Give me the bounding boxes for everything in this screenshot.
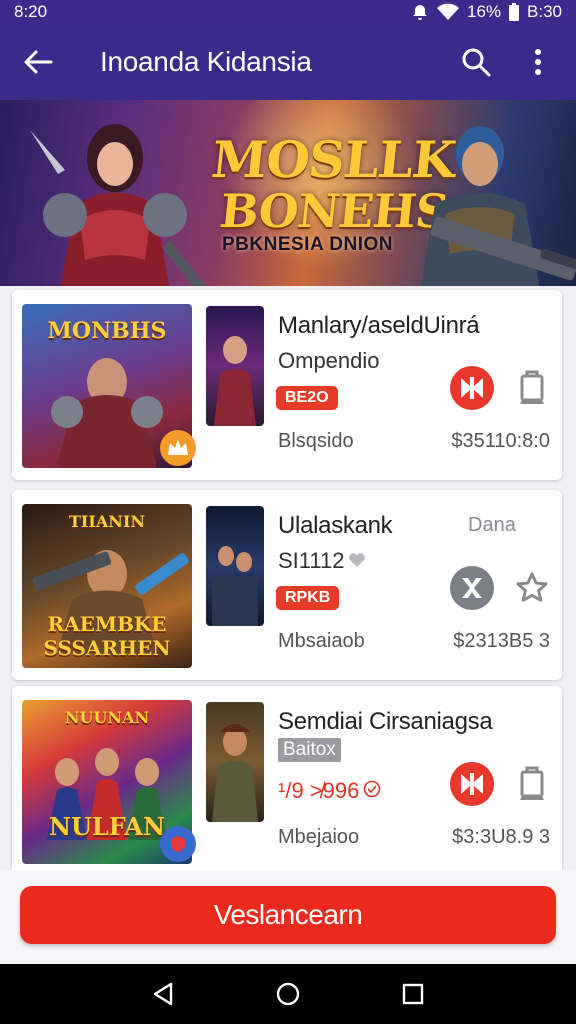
search-icon[interactable] — [452, 38, 500, 86]
close-x-icon[interactable] — [450, 566, 494, 610]
game-meta: Mbejaioo — [278, 826, 360, 848]
nav-home-icon[interactable] — [268, 974, 308, 1014]
price-badge: RPKB — [276, 586, 340, 610]
banner-tagline: PBKNESIA DNION — [222, 234, 393, 256]
game-cover-title-top: NUUNAN — [64, 708, 150, 727]
game-thumbnail — [206, 506, 264, 626]
game-subtitle-row: SI1112 — [278, 548, 366, 574]
game-price: $35110:8:0 — [451, 430, 550, 452]
notification-icon — [411, 3, 429, 21]
gift-icon[interactable] — [450, 366, 494, 410]
system-nav-bar — [0, 964, 576, 1024]
game-cover-image: TIIANIN RAEMBKE SSSARHEN — [22, 504, 192, 668]
game-thumbnail — [206, 702, 264, 822]
crown-badge-icon — [160, 430, 196, 466]
bottom-cta-area: Veslancearn — [0, 870, 576, 964]
list-item[interactable]: NUUNAN NULFAN Semdiai Cirsaniagsa Baitox… — [12, 686, 562, 876]
game-thumbnail — [206, 306, 264, 426]
game-tag-right: Dana — [468, 514, 516, 536]
star-outline-icon[interactable] — [512, 566, 552, 610]
banner-hero-left-image — [30, 124, 205, 286]
back-arrow-icon[interactable] — [14, 38, 62, 86]
game-name: Semdiai Cirsaniagsa — [278, 708, 493, 735]
game-cover-title-top: TIIANIN — [68, 512, 146, 531]
promo-banner[interactable]: MOSLLK BONEHS PBKNESIA DNION — [0, 100, 576, 286]
list-item[interactable]: TIIANIN RAEMBKE SSSARHEN Ulalaskank Dana… — [12, 490, 562, 680]
status-time-left: 8:20 — [14, 2, 48, 21]
heart-icon — [348, 548, 366, 574]
page-title: Inoanda Kidansia — [100, 46, 312, 77]
bookmark-icon[interactable] — [512, 366, 552, 410]
price-badge: BE2O — [276, 386, 338, 410]
nav-recents-icon[interactable] — [393, 974, 433, 1014]
game-name: Manlary/aseldUinrá — [278, 312, 480, 339]
price-highlight: ¹/9 ≯996 — [278, 778, 360, 803]
game-cover-title: MONBHS — [47, 318, 167, 344]
game-meta: Mbsaiaob — [278, 630, 365, 652]
price-highlight-row: ¹/9 ≯996 — [278, 778, 381, 804]
game-meta: Blsqsido — [278, 430, 354, 452]
game-subtitle: Baitox — [278, 738, 341, 762]
nav-back-icon[interactable] — [143, 974, 183, 1014]
more-vert-icon[interactable] — [514, 38, 562, 86]
game-price: $3:3U8.9 3 — [452, 826, 550, 848]
banner-hero-right-image — [420, 126, 576, 286]
wifi-icon — [436, 3, 459, 21]
app-bar: Inoanda Kidansia — [0, 24, 576, 100]
game-subtitle: SI1112 — [278, 548, 345, 573]
game-name: Ulalaskank — [278, 512, 393, 539]
battery-icon — [509, 3, 520, 21]
game-subtitle: Ompendio — [278, 348, 380, 373]
game-cover-title: RAEMBKE SSSARHEN — [43, 612, 171, 660]
primary-cta-button[interactable]: Veslancearn — [20, 886, 556, 944]
gift-icon[interactable] — [450, 762, 494, 806]
status-bar: 8:20 16% B:30 — [0, 0, 576, 24]
check-circle-icon — [363, 778, 381, 804]
status-time-right: B:30 — [527, 2, 562, 21]
status-icons: 16% B:30 — [411, 2, 562, 22]
battery-percent: 16% — [466, 2, 502, 21]
list-item[interactable]: MONBHS Manlary/aseldUinrá Ompendio BE2O … — [12, 290, 562, 480]
shield-badge-icon — [160, 826, 196, 862]
bookmark-icon[interactable] — [512, 762, 552, 806]
game-price: $2313B5 3 — [453, 630, 550, 652]
